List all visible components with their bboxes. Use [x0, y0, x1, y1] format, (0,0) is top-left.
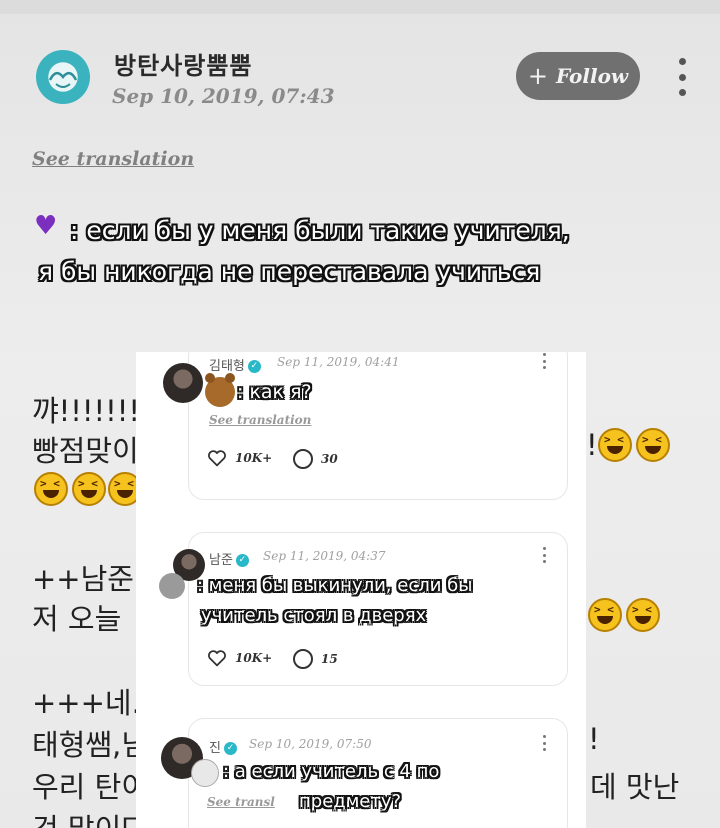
- laughing-emoji-icon: [72, 472, 106, 506]
- comment-caption-line-2: учитель стоял в дверях: [201, 605, 427, 626]
- verified-icon: ✓: [247, 360, 261, 373]
- bear-emoji-icon: [205, 373, 235, 407]
- like-count: 10K+: [235, 651, 273, 665]
- body-line-2: 빵점맞이: [32, 434, 139, 468]
- see-translation-link[interactable]: See translation: [32, 148, 194, 170]
- post-date: Sep 10, 2019, 07:43: [112, 84, 335, 108]
- comment-more-icon[interactable]: [543, 735, 547, 751]
- verified-icon: ✓: [223, 742, 237, 755]
- comment-caption-line-2: предмету?: [299, 791, 402, 812]
- comment-bubble-icon: [293, 449, 313, 469]
- purple-heart-icon: ♥: [34, 211, 58, 241]
- reply-stat[interactable]: 30: [293, 449, 338, 469]
- profile-avatar[interactable]: [36, 50, 90, 104]
- laughing-emoji-icon: [34, 472, 68, 506]
- reply-count: 30: [321, 452, 338, 466]
- heart-logo-icon: [48, 71, 78, 88]
- body-line-6: 태형쌤,님: [32, 728, 148, 762]
- laughing-emoji-icon: [636, 428, 670, 462]
- comment-author[interactable]: 남준 ✓: [209, 549, 249, 568]
- comment-date: Sep 10, 2019, 07:50: [249, 737, 372, 751]
- top-strip: [0, 0, 720, 14]
- heart-icon: [208, 650, 226, 667]
- comment-date: Sep 11, 2019, 04:41: [277, 355, 400, 369]
- body-line-8: 것 많이다: [32, 806, 148, 828]
- reply-stat[interactable]: 15: [293, 649, 338, 669]
- body-line-2-end: !: [586, 428, 598, 462]
- comment-caption: : как я?: [237, 381, 312, 403]
- caption-line-1: : если бы у меня были такие учителя,: [70, 216, 570, 245]
- comment-card[interactable]: 김태형 ✓ Sep 11, 2019, 04:41 : как я? See tr…: [163, 352, 568, 500]
- comment-date: Sep 11, 2019, 04:37: [263, 549, 386, 563]
- comment-bubble-icon: [293, 649, 313, 669]
- body-line-7: 우리 탄이: [32, 770, 148, 804]
- reply-count: 15: [321, 652, 338, 666]
- laughing-emoji-icon: [626, 598, 660, 632]
- follow-button[interactable]: + Follow: [516, 52, 640, 100]
- follow-label: Follow: [555, 64, 629, 88]
- comment-caption-line-1: : меня бы выкинули, если бы: [197, 575, 473, 596]
- laughing-emoji-icon: [598, 428, 632, 462]
- comment-avatar[interactable]: [163, 363, 203, 403]
- body-line-4: 저 오늘: [32, 602, 122, 636]
- koala-emoji-icon: [159, 573, 185, 599]
- mouse-emoji-icon: [191, 759, 219, 787]
- comment-more-icon[interactable]: [543, 353, 547, 369]
- body-line-6-end: !: [588, 722, 600, 756]
- verified-icon: ✓: [235, 554, 249, 567]
- comment-more-icon[interactable]: [543, 547, 547, 563]
- plus-icon: +: [527, 62, 548, 90]
- more-options-icon[interactable]: [672, 58, 692, 96]
- comments-panel: 김태형 ✓ Sep 11, 2019, 04:41 : как я? See tr…: [136, 352, 586, 828]
- caption-line-2: я бы никогда не переставала учиться: [38, 257, 541, 286]
- heart-icon: [208, 450, 226, 467]
- comment-card[interactable]: 진 ✓ Sep 10, 2019, 07:50 : а если учитель …: [161, 718, 568, 828]
- like-stat[interactable]: 10K+: [207, 649, 272, 667]
- like-count: 10K+: [235, 451, 273, 465]
- comment-author[interactable]: 김태형 ✓: [209, 355, 261, 374]
- comment-see-translation[interactable]: See transl: [207, 795, 275, 809]
- comment-caption-line-1: : а если учитель с 4 по: [223, 761, 440, 782]
- comment-card[interactable]: 남준 ✓ Sep 11, 2019, 04:37 : меня бы выкину…: [159, 532, 568, 686]
- body-line-7-end: 데 맛난: [590, 770, 680, 804]
- comment-author[interactable]: 진 ✓: [209, 737, 237, 756]
- laughing-emoji-icon: [588, 598, 622, 632]
- post-username[interactable]: 방탄사랑뿜뿜: [114, 46, 252, 81]
- like-stat[interactable]: 10K+: [207, 449, 272, 467]
- comment-see-translation[interactable]: See translation: [209, 413, 311, 427]
